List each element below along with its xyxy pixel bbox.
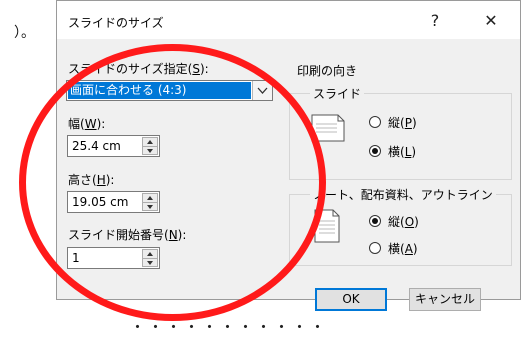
close-button[interactable]: ✕ xyxy=(469,7,513,35)
slide-size-dialog: スライドのサイズ ? ✕ スライドのサイズ指定(S): 画面に合わせる (4:3… xyxy=(56,0,521,311)
notes-portrait-label[interactable]: 縦(O) xyxy=(388,213,419,230)
height-value: 19.05 cm xyxy=(72,195,129,209)
slide-size-selected: 画面に合わせる (4:3) xyxy=(68,82,251,99)
spin-down-icon[interactable] xyxy=(143,203,157,211)
start-number-spinner[interactable]: 1 xyxy=(67,247,160,269)
background-bottom-text: ・・・・・・・・・・・ xyxy=(130,318,329,336)
notes-landscape-label[interactable]: 横(A) xyxy=(388,240,418,257)
width-spinner[interactable]: 25.4 cm xyxy=(67,135,160,157)
spin-down-icon[interactable] xyxy=(143,147,157,155)
orientation-title: 印刷の向き xyxy=(297,64,358,78)
notes-portrait-radio[interactable] xyxy=(369,215,381,227)
dialog-title: スライドのサイズ xyxy=(68,16,164,30)
ok-button[interactable]: OK xyxy=(315,288,387,311)
slide-size-label: スライドのサイズ指定(S): xyxy=(68,62,209,76)
height-label: 高さ(H): xyxy=(68,173,115,187)
page-portrait-icon xyxy=(314,209,340,246)
notes-landscape-radio[interactable] xyxy=(369,242,381,254)
dropdown-arrow-icon[interactable] xyxy=(252,81,272,100)
slide-landscape-label[interactable]: 横(L) xyxy=(388,143,416,160)
title-bar: スライドのサイズ ? ✕ xyxy=(57,1,520,39)
slide-portrait-radio[interactable] xyxy=(369,116,381,128)
notes-orientation-title: ノート、配布資料、アウトライン xyxy=(310,186,496,203)
notes-orientation-group: ノート、配布資料、アウトライン 縦(O) 横(A) xyxy=(289,186,512,266)
help-button[interactable]: ? xyxy=(413,7,457,35)
slide-orientation-group: スライド 縦(P) 横(L) xyxy=(289,85,512,180)
page-landscape-icon xyxy=(311,114,345,145)
width-value: 25.4 cm xyxy=(72,139,121,153)
slide-orientation-title: スライド xyxy=(310,85,365,102)
width-label: 幅(W): xyxy=(68,117,106,131)
spin-up-icon[interactable] xyxy=(143,250,157,259)
spin-up-icon[interactable] xyxy=(143,138,157,147)
spin-down-icon[interactable] xyxy=(143,259,157,267)
slide-portrait-label[interactable]: 縦(P) xyxy=(388,114,417,131)
height-spinner[interactable]: 19.05 cm xyxy=(67,191,160,213)
start-number-label: スライド開始番号(N): xyxy=(68,228,187,242)
cancel-button[interactable]: キャンセル xyxy=(409,288,481,311)
slide-size-select[interactable]: 画面に合わせる (4:3) xyxy=(66,80,273,101)
slide-landscape-radio[interactable] xyxy=(369,145,381,157)
start-number-value: 1 xyxy=(72,251,80,265)
background-text: ）。 xyxy=(14,25,35,41)
spin-up-icon[interactable] xyxy=(143,194,157,203)
